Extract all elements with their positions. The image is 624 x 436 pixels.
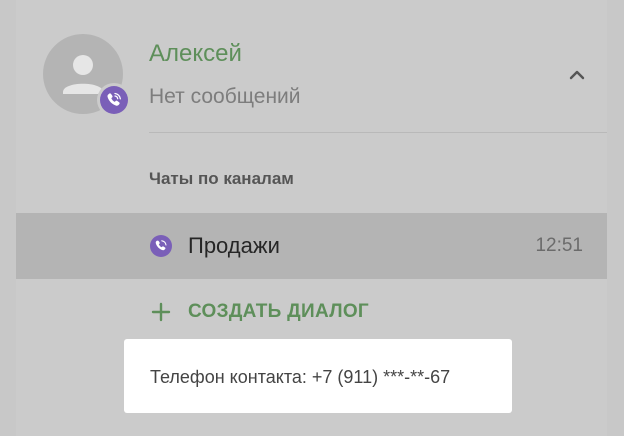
create-dialog-label: СОЗДАТЬ ДИАЛОГ	[188, 301, 370, 322]
collapse-button[interactable]	[562, 60, 592, 90]
viber-icon	[100, 86, 128, 114]
viber-badge	[97, 83, 131, 117]
plus-icon	[148, 299, 174, 325]
create-dialog-button[interactable]: СОЗДАТЬ ДИАЛОГ	[148, 296, 369, 328]
channel-name: Продажи	[188, 233, 280, 258]
divider	[149, 132, 607, 133]
channels-section-title: Чаты по каналам	[149, 169, 294, 188]
contact-panel-page: Алексей Нет сообщений Чаты по каналам Пр…	[0, 0, 624, 436]
channel-row-sales[interactable]: Продажи 12:51	[16, 213, 607, 279]
chevron-up-icon	[569, 70, 585, 80]
contact-status: Нет сообщений	[149, 85, 301, 108]
viber-icon	[150, 235, 172, 257]
phone-tooltip: Телефон контакта: +7 (911) ***-**-67	[124, 339, 512, 413]
channel-time: 12:51	[535, 235, 583, 256]
contact-name: Алексей	[149, 40, 242, 67]
phone-tooltip-text: Телефон контакта: +7 (911) ***-**-67	[150, 367, 451, 387]
